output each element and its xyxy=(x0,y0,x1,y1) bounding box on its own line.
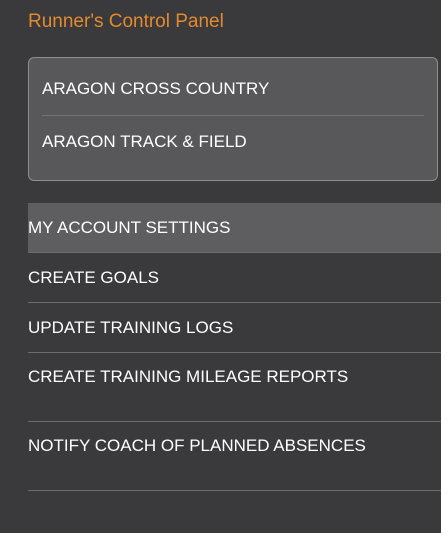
menu-item-my-account-settings[interactable]: MY ACCOUNT SETTINGS xyxy=(28,203,441,253)
team-link-aragon-cross-country[interactable]: ARAGON CROSS COUNTRY xyxy=(42,63,424,116)
menu-item-create-training-mileage-reports[interactable]: CREATE TRAINING MILEAGE REPORTS xyxy=(28,353,441,422)
control-panel-menu: MY ACCOUNT SETTINGS CREATE GOALS UPDATE … xyxy=(28,203,441,491)
runner-control-panel: Runner's Control Panel ARAGON CROSS COUN… xyxy=(0,0,441,533)
menu-item-notify-coach-of-planned-absences[interactable]: NOTIFY COACH OF PLANNED ABSENCES xyxy=(28,422,441,491)
menu-item-create-goals[interactable]: CREATE GOALS xyxy=(28,253,441,303)
team-selector-box: ARAGON CROSS COUNTRY ARAGON TRACK & FIEL… xyxy=(28,57,438,181)
panel-title: Runner's Control Panel xyxy=(28,11,224,32)
menu-item-update-training-logs[interactable]: UPDATE TRAINING LOGS xyxy=(28,303,441,353)
team-link-aragon-track-and-field[interactable]: ARAGON TRACK & FIELD xyxy=(42,116,424,168)
